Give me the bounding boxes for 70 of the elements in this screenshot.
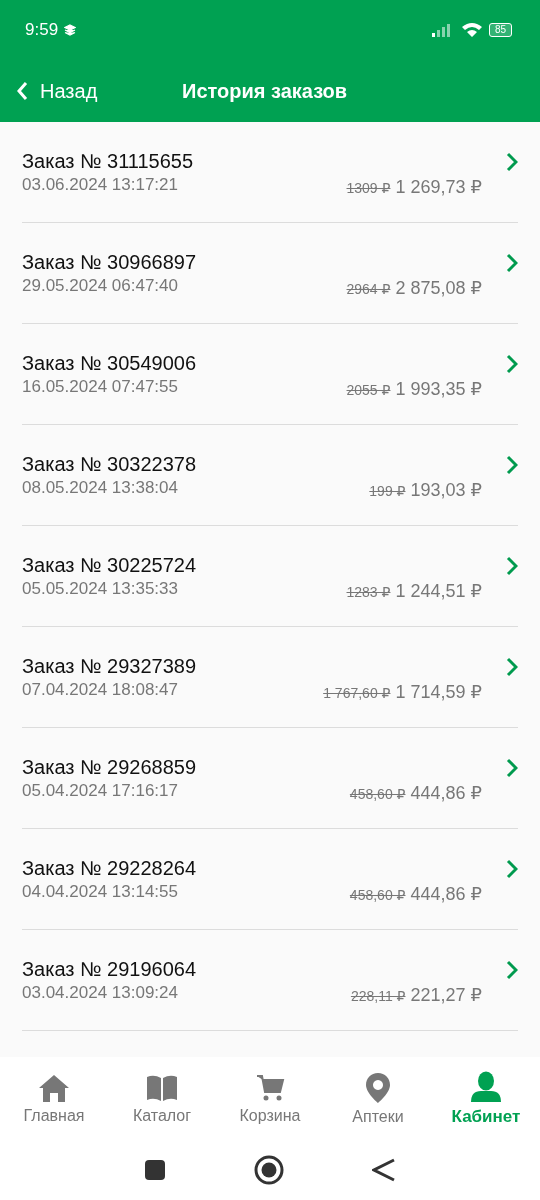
nav-tab[interactable]: Каталог xyxy=(108,1057,216,1140)
layers-icon xyxy=(64,24,77,36)
old-price: 228,11 ₽ xyxy=(350,988,406,1004)
order-number: Заказ № 30225724 xyxy=(22,553,197,577)
order-row[interactable]: Заказ № 30322378 08.05.2024 13:38:04 199 ₽ 193,03 ₽ xyxy=(22,425,518,526)
order-price: 1 244,51 ₽ xyxy=(395,580,482,602)
order-price: 1 269,73 ₽ xyxy=(395,176,482,198)
order-number: Заказ № 29228264 xyxy=(22,856,197,880)
old-price: 458,60 ₽ xyxy=(349,887,406,903)
wifi-icon xyxy=(460,22,483,38)
order-date: 29.05.2024 06:47:40 xyxy=(22,275,179,296)
old-price: 458,60 ₽ xyxy=(349,786,406,802)
order-price: 444,86 ₽ xyxy=(410,782,482,804)
order-number: Заказ № 29196064 xyxy=(22,957,197,981)
home-icon xyxy=(37,1072,71,1103)
order-date: 08.05.2024 13:38:04 xyxy=(22,477,179,498)
order-price: 444,86 ₽ xyxy=(410,883,482,905)
home-button-icon[interactable] xyxy=(254,1155,284,1185)
chevron-right-icon xyxy=(506,455,518,475)
order-row[interactable]: Заказ № 29268859 05.04.2024 17:16:17 458,60 ₽ 444,86 ₽ xyxy=(22,728,518,829)
nav-tab[interactable]: Аптеки xyxy=(324,1057,432,1140)
order-price: 2 875,08 ₽ xyxy=(395,277,482,299)
order-date: 05.05.2024 13:35:33 xyxy=(22,578,179,599)
chevron-right-icon xyxy=(506,758,518,778)
chevron-right-icon xyxy=(506,657,518,677)
chevron-right-icon xyxy=(506,354,518,374)
old-price: 1309 ₽ xyxy=(346,180,391,196)
old-price: 1 767,60 ₽ xyxy=(323,685,391,701)
order-number: Заказ № 29327389 xyxy=(22,654,197,678)
order-row[interactable]: Заказ № 31115655 03.06.2024 13:17:21 1309 ₽ 1 269,73 ₽ xyxy=(22,122,518,223)
old-price: 2055 ₽ xyxy=(346,382,391,398)
order-number: Заказ № 30322378 xyxy=(22,452,197,476)
order-number: Заказ № 30966897 xyxy=(22,250,197,274)
person-icon xyxy=(469,1070,503,1103)
order-price: 1 993,35 ₽ xyxy=(395,378,482,400)
order-row[interactable]: Заказ № 29327389 07.04.2024 18:08:47 1 767,60 ₽ 1 714,59 ₽ xyxy=(22,627,518,728)
battery-indicator: 85 xyxy=(488,23,512,37)
status-time: 9:59 xyxy=(25,20,59,40)
order-row[interactable]: Заказ № 30549006 16.05.2024 07:47:55 2055 ₽ 1 993,35 ₽ xyxy=(22,324,518,425)
chevron-right-icon xyxy=(506,556,518,576)
old-price: 2964 ₽ xyxy=(346,281,391,297)
chevron-right-icon xyxy=(506,960,518,980)
order-number: Заказ № 30549006 xyxy=(22,351,197,375)
order-date: 16.05.2024 07:47:55 xyxy=(22,376,179,397)
screen-title: История заказов xyxy=(182,79,348,103)
order-row[interactable]: Заказ № 30225724 05.05.2024 13:35:33 1283 ₽ 1 244,51 ₽ xyxy=(22,526,518,627)
nav-tab[interactable]: Главная xyxy=(0,1057,108,1140)
nav-tab[interactable]: Корзина xyxy=(216,1057,324,1140)
order-row[interactable]: Заказ № 29228264 04.04.2024 13:14:55 458,60 ₽ 444,86 ₽ xyxy=(22,829,518,930)
map-pin-icon xyxy=(365,1071,391,1104)
order-price: 1 714,59 ₽ xyxy=(395,681,482,703)
order-date: 05.04.2024 17:16:17 xyxy=(22,780,179,801)
order-date: 07.04.2024 18:08:47 xyxy=(22,679,179,700)
cart-icon xyxy=(255,1072,285,1103)
order-row[interactable]: Заказ № 29196064 03.04.2024 13:09:24 228,11 ₽ 221,27 ₽ xyxy=(22,930,518,1031)
recents-icon[interactable] xyxy=(144,1159,166,1181)
order-row[interactable]: Заказ № 30966897 29.05.2024 06:47:40 2964 ₽ 2 875,08 ₽ xyxy=(22,223,518,324)
order-price: 221,27 ₽ xyxy=(410,984,482,1006)
order-date: 03.04.2024 13:09:24 xyxy=(22,982,179,1003)
old-price: 1283 ₽ xyxy=(346,584,391,600)
order-date: 03.06.2024 13:17:21 xyxy=(22,174,179,195)
order-number: Заказ № 31115655 xyxy=(22,149,195,173)
order-price: 193,03 ₽ xyxy=(410,479,482,501)
chevron-right-icon xyxy=(506,152,518,172)
chevron-right-icon xyxy=(506,253,518,273)
order-date: 04.04.2024 13:14:55 xyxy=(22,881,179,902)
chevron-right-icon xyxy=(506,859,518,879)
order-number: Заказ № 29268859 xyxy=(22,755,197,779)
back-chevron-icon xyxy=(16,81,28,101)
old-price: 199 ₽ xyxy=(369,483,406,499)
